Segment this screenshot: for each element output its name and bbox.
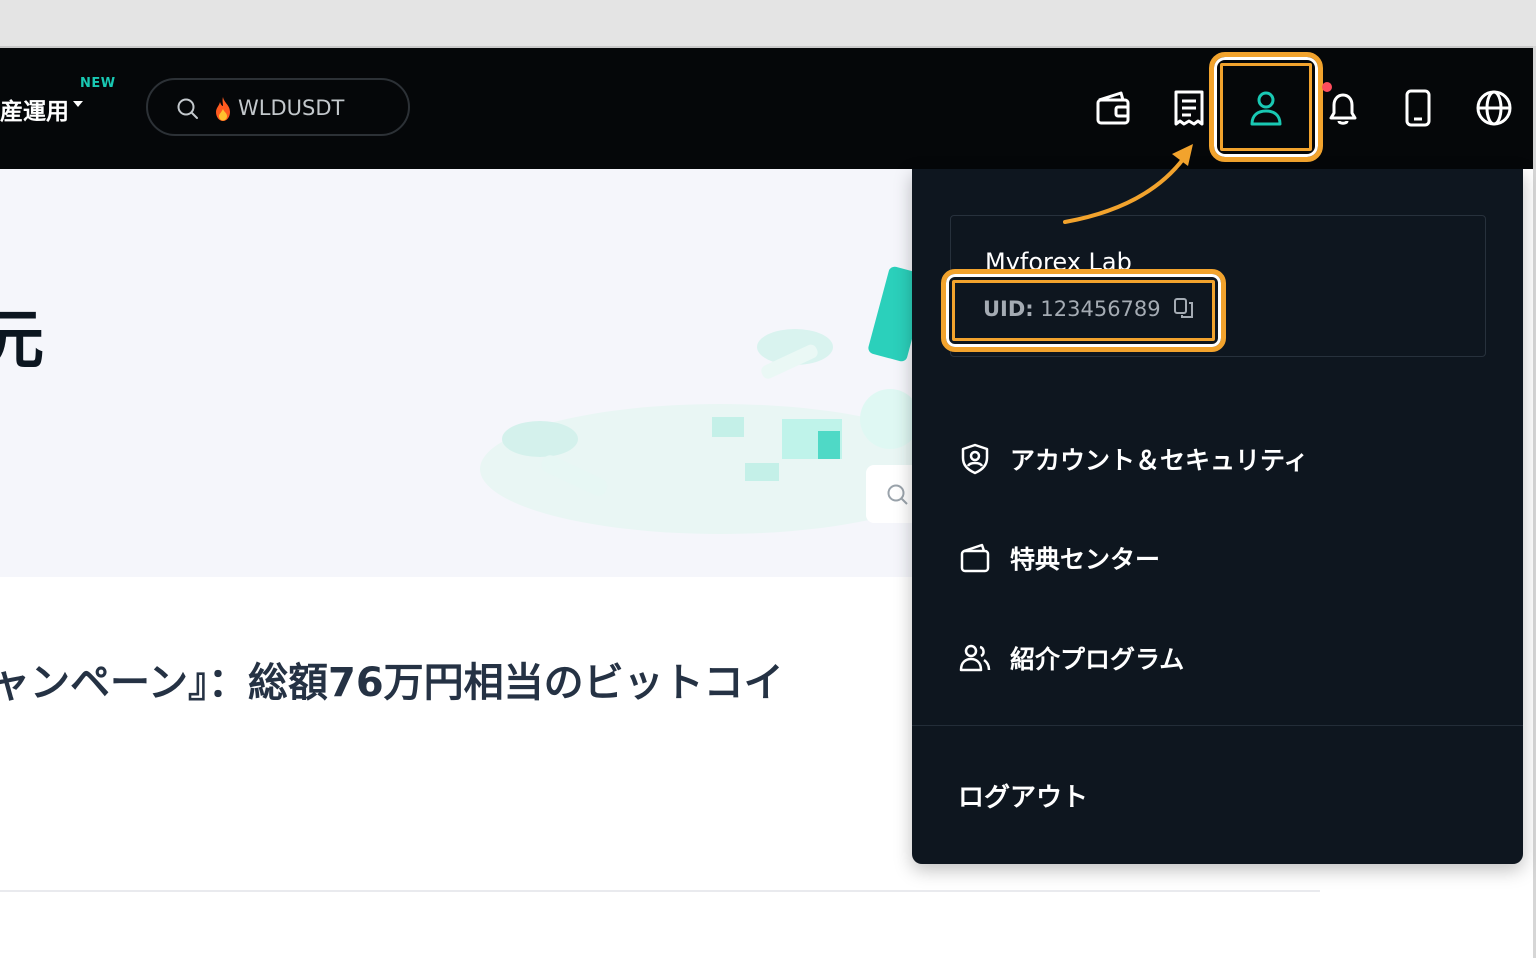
rewards-bag-icon	[960, 543, 990, 573]
banner-illustration	[480, 266, 912, 534]
orders-icon[interactable]	[1169, 88, 1209, 128]
menu-item-account-security[interactable]: アカウント＆セキュリティ	[958, 439, 1309, 479]
caret-down-icon	[73, 101, 83, 107]
search-icon	[177, 98, 198, 119]
menu-item-label: 紹介プログラム	[1010, 645, 1185, 674]
referral-users-icon	[959, 644, 991, 672]
uid-value: 123456789	[1040, 297, 1161, 321]
user-icon[interactable]	[1246, 88, 1286, 128]
shield-user-icon	[961, 443, 989, 475]
annotation-arrow	[1063, 144, 1193, 224]
search-bar[interactable]: WLDUSDT	[146, 78, 410, 136]
hero-banner: 元	[0, 169, 912, 577]
menu-item-label: アカウント＆セキュリティ	[1010, 446, 1309, 475]
menu-item-rewards-center[interactable]: 特典センター	[958, 538, 1160, 578]
wallet-icon[interactable]	[1093, 88, 1133, 128]
bell-icon[interactable]	[1323, 88, 1363, 128]
copy-icon[interactable]	[1173, 297, 1195, 319]
banner-search-box[interactable]	[866, 465, 912, 523]
nav-menu-label: 産運用	[0, 99, 69, 125]
menu-item-label: 特典センター	[1010, 545, 1161, 574]
logout-button[interactable]: ログアウト	[958, 777, 1088, 814]
globe-icon[interactable]	[1474, 88, 1514, 128]
browser-frame	[0, 0, 1536, 48]
account-dropdown: Myforex Lab UID: 123456789 アカウント＆セキュリティ …	[912, 169, 1523, 864]
nav-menu-asset-management[interactable]: 産運用	[0, 92, 83, 126]
notification-dot	[1322, 82, 1332, 92]
fire-icon	[216, 97, 230, 121]
uid-row: UID: 123456789	[983, 297, 1195, 321]
article-headline[interactable]: ャンペーン』：総額76万円相当のビットコイ	[0, 650, 784, 708]
search-text: WLDUSDT	[238, 96, 345, 120]
new-badge: NEW	[80, 76, 116, 91]
content-divider	[0, 890, 1320, 892]
uid-label: UID:	[983, 297, 1034, 321]
menu-divider	[912, 725, 1523, 726]
mobile-icon[interactable]	[1398, 88, 1438, 128]
search-icon	[887, 484, 908, 505]
menu-item-referral-program[interactable]: 紹介プログラム	[958, 638, 1184, 678]
